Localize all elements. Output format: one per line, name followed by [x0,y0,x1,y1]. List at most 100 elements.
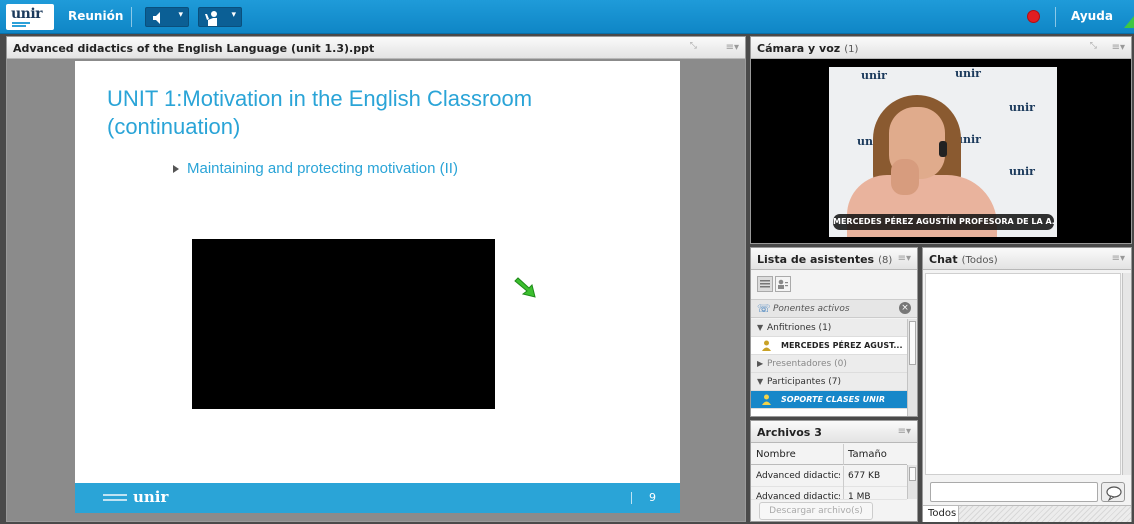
files-title-text: Archivos [757,426,811,439]
backdrop-logo: unir [955,67,981,80]
slide-footer: unir 9 [75,483,680,513]
meeting-menu[interactable]: Reunión [68,9,123,23]
file-size: 677 KB [843,466,905,487]
webcam-feed[interactable]: unir unir unir unir unir unir MERCEDES P… [829,67,1057,237]
slide-page-number: 9 [649,491,656,504]
expand-icon[interactable]: ⤡ [1090,41,1097,51]
expand-icon[interactable]: ⤡ [690,41,697,51]
presentation-title: Advanced didactics of the English Langua… [13,42,375,55]
camera-title-text: Cámara y voz [757,42,841,55]
unir-logo: unir [6,4,54,30]
camera-count: (1) [844,44,859,55]
camera-title: Cámara y voz (1) [757,42,858,55]
column-name[interactable]: Nombre [756,444,840,465]
tab-everyone[interactable]: Todos [923,506,959,522]
attendees-count: (8) [878,255,893,266]
toolbar-divider [131,7,132,27]
scroll-thumb[interactable] [909,321,916,365]
chevron-right-icon: ▶ [757,359,764,368]
footer-logo-mark [103,494,127,496]
chat-panel: Chat (Todos) ≡▾ Todos [922,247,1132,522]
backdrop-logo: unir [1009,101,1035,114]
panel-menu-icon[interactable]: ≡▾ [726,42,739,53]
table-row[interactable]: Advanced didactics 1 MB [751,487,907,500]
panel-header: Archivos 3 ≡▾ [751,421,917,443]
slide-title: UNIT 1:Motivation in the English Classro… [107,86,533,139]
column-size[interactable]: Tamaño [843,444,905,465]
raise-hand-icon [205,11,217,26]
attendee-view-toggle [757,276,797,292]
connection-signal-icon [1124,16,1134,28]
group-presenters[interactable]: ▶ Presentadores (0) [751,355,907,373]
list-item[interactable]: SOPORTE CLASES UNIR [751,391,907,409]
backdrop-logo: unir [861,69,887,82]
chat-title-text: Chat [929,253,958,266]
files-title: Archivos 3 [757,426,822,439]
attendees-panel: Lista de asistentes (8) ≡▾ ☏ Ponentes act… [750,247,918,417]
table-row[interactable]: Advanced didactics 677 KB [751,466,907,487]
help-menu[interactable]: Ayuda [1071,9,1113,23]
group-hosts[interactable]: ▼ Anfitriones (1) [751,319,907,337]
host-user-icon [762,340,771,351]
panel-menu-icon[interactable]: ≡▾ [898,253,911,264]
chevron-down-icon: ▼ [757,377,764,386]
panel-menu-icon[interactable]: ≡▾ [1112,42,1125,53]
chat-title: Chat (Todos) [929,253,998,266]
user-icon [762,394,771,405]
panel-header: Chat (Todos) ≡▾ [923,248,1131,270]
list-item[interactable]: MERCEDES PÉREZ AGUST... [751,337,907,355]
files-count: 3 [814,426,822,439]
attendee-name: SOPORTE CLASES UNIR [781,395,885,404]
embedded-video[interactable] [192,239,495,409]
attendee-list: ▼ Anfitriones (1) MERCEDES PÉREZ AGUST...… [751,319,907,416]
chevron-down-icon: ▾ [178,10,183,20]
chat-tabs: Todos [923,505,1131,522]
download-files-button[interactable]: Descargar archivo(s) [759,502,873,520]
logo-stripe [12,25,26,27]
attendee-scrollbar[interactable] [907,319,917,416]
logo-stripe [12,22,30,24]
speech-bubble-icon [1106,486,1122,502]
scroll-thumb[interactable] [909,467,916,481]
person-hand [891,159,919,195]
files-panel: Archivos 3 ≡▾ Nombre Tamaño Advanced did… [750,420,918,522]
raise-hand-button[interactable]: ▾ [198,7,242,27]
record-icon[interactable] [1027,10,1040,23]
slide: UNIT 1:Motivation in the English Classro… [75,61,680,513]
toolbar-divider [1055,7,1056,27]
chevron-down-icon: ▼ [757,323,764,332]
close-icon[interactable]: × [899,302,911,314]
panel-header: Lista de asistentes (8) ≡▾ [751,248,917,270]
presentation-panel: Advanced didactics of the English Langua… [6,36,746,522]
active-speakers-bar: ☏ Ponentes activos × [751,299,917,318]
green-arrow-icon [514,277,536,298]
footer-divider [631,492,632,504]
attendee-name: MERCEDES PÉREZ AGUST... [781,341,903,350]
headset-icon [939,141,947,157]
camera-name-caption: MERCEDES PÉREZ AGUSTÍN PROFESORA DE LA A… [833,214,1054,230]
group-label: Participantes (7) [767,377,842,387]
slide-bullet: Maintaining and protecting motivation (I… [187,160,458,177]
table-header: Nombre Tamaño [751,444,907,465]
send-message-button[interactable] [1101,482,1125,502]
chat-input[interactable] [930,482,1098,502]
attendees-title: Lista de asistentes (8) [757,253,892,266]
group-label: Anfitriones (1) [767,323,832,333]
panel-menu-icon[interactable]: ≡▾ [1112,253,1125,264]
camera-panel: Cámara y voz (1) ⤡ ≡▾ unir unir unir unir… [750,36,1132,244]
group-participants[interactable]: ▼ Participantes (7) [751,373,907,391]
chat-scrollbar[interactable] [1122,273,1131,475]
group-label: Presentadores (0) [767,359,847,369]
bullet-icon [173,165,179,173]
files-scrollbar[interactable] [907,465,917,499]
audio-button[interactable]: ▾ [145,7,189,27]
panel-menu-icon[interactable]: ≡▾ [898,426,911,437]
user-roles-icon[interactable] [775,276,791,292]
list-view-icon[interactable] [757,276,773,292]
footer-logo: unir [133,488,169,506]
panel-header: Cámara y voz (1) ⤡ ≡▾ [751,37,1131,59]
chat-scope: (Todos) [961,255,998,266]
logo-text: unir [11,6,43,22]
footer-logo-mark [103,499,127,501]
panel-header: Advanced didactics of the English Langua… [7,37,745,59]
